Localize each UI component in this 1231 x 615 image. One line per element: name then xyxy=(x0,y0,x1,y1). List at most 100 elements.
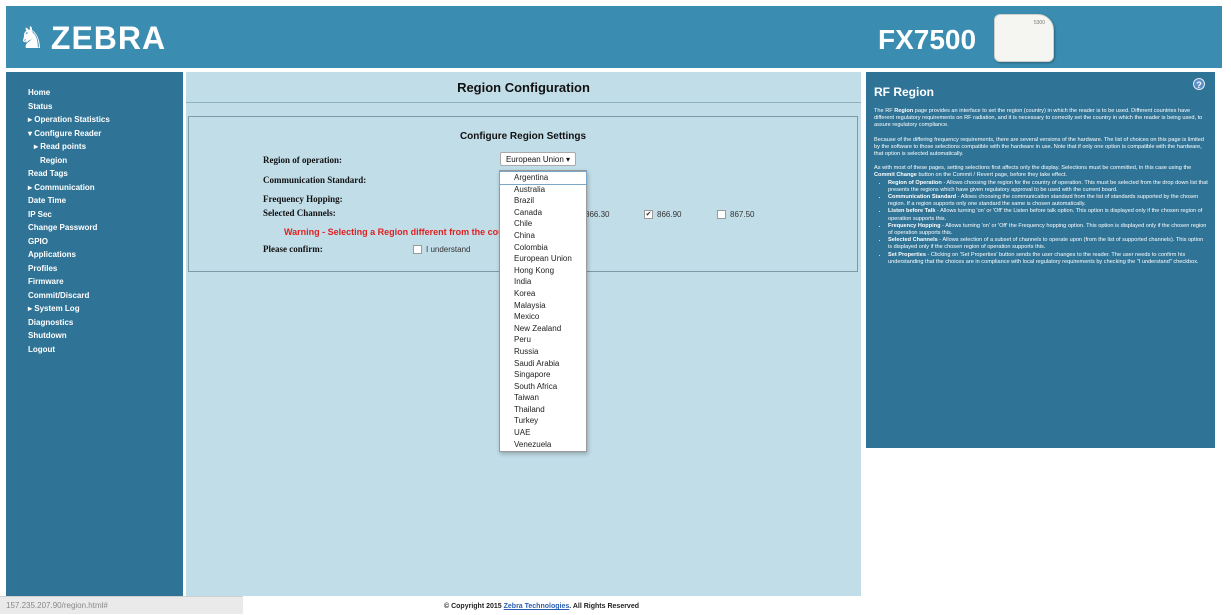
understand-label: I understand xyxy=(426,245,471,254)
zebra-head-icon: ♞ xyxy=(18,21,45,56)
sidebar-item[interactable]: Profiles xyxy=(6,262,183,276)
help-text: button on the Commit / Revert page, befo… xyxy=(916,172,1067,179)
help-bullet: Communication Standard - Allows choosing… xyxy=(888,194,1208,208)
confirm-label: Please confirm: xyxy=(263,244,323,254)
understand-checkbox[interactable]: I understand xyxy=(413,245,470,254)
sidebar-item[interactable]: Status xyxy=(6,100,183,114)
region-option[interactable]: UAE xyxy=(500,427,586,439)
channel-866-30[interactable]: 866.30 xyxy=(585,210,609,219)
region-option[interactable]: Chile xyxy=(500,218,586,230)
help-bullet-term: Frequency Hopping xyxy=(888,222,941,229)
region-option[interactable]: Brazil xyxy=(500,195,586,207)
logo-text: ZEBRA xyxy=(50,20,167,56)
nav-list: Home Status ▸ Operation Statistics ▾ Config… xyxy=(6,72,183,356)
region-option[interactable]: Taiwan xyxy=(500,392,586,404)
help-bullet-term: Selected Channels xyxy=(888,237,938,244)
zebra-logo[interactable]: ♞ ZEBRA xyxy=(18,20,166,57)
region-option[interactable]: Singapore xyxy=(500,369,586,381)
help-title: RF Region xyxy=(874,85,934,99)
region-option[interactable]: India xyxy=(500,276,586,288)
region-option[interactable]: Saudi Arabia xyxy=(500,358,586,370)
help-bullet-term: Communication Standard xyxy=(888,194,957,201)
help-bullet-text: - Clicking on 'Set Properties' button se… xyxy=(888,251,1199,265)
region-option[interactable]: New Zealand xyxy=(500,323,586,335)
region-option[interactable]: Hong Kong xyxy=(500,265,586,277)
region-option[interactable]: Korea xyxy=(500,288,586,300)
standard-label: Communication Standard: xyxy=(263,175,367,185)
sidebar-item[interactable]: Date Time xyxy=(6,194,183,208)
sidebar-item[interactable]: Change Password xyxy=(6,221,183,235)
hopping-label: Frequency Hopping: xyxy=(263,194,343,204)
sidebar-item[interactable]: Home xyxy=(6,86,183,100)
region-option[interactable]: Turkey xyxy=(500,415,586,427)
checkbox-icon[interactable] xyxy=(717,210,726,219)
help-question-icon[interactable]: ? xyxy=(1193,78,1205,90)
region-label: Region of operation: xyxy=(263,155,342,165)
channel-value: 866.30 xyxy=(585,210,610,219)
page-title: Region Configuration xyxy=(457,80,590,95)
browser-status-bar: 157.235.207.90/region.html# xyxy=(0,596,243,614)
sidebar-nav: Home Status ▸ Operation Statistics ▾ Config… xyxy=(6,72,183,596)
help-text: page provides an interface to set the re… xyxy=(874,108,1203,129)
region-option[interactable]: Venezuela xyxy=(500,439,586,451)
region-option[interactable]: Canada xyxy=(500,207,586,219)
region-option[interactable]: Thailand xyxy=(500,404,586,416)
copyright-footer: © Copyright 2015 Zebra Technologies. All… xyxy=(444,603,639,610)
channel-867-50[interactable]: 867.50 xyxy=(717,210,754,219)
panel-title: Configure Region Settings xyxy=(459,131,587,142)
sidebar-item[interactable]: Commit/Discard xyxy=(6,289,183,303)
sidebar-item[interactable]: ▾ Configure Reader xyxy=(6,127,183,141)
channels-label: Selected Channels: xyxy=(263,208,336,218)
channel-866-90[interactable]: ✔ 866.90 xyxy=(644,210,681,219)
region-option[interactable]: European Union xyxy=(500,253,586,265)
checkbox-checked-icon[interactable]: ✔ xyxy=(644,210,653,219)
region-option[interactable]: Russia xyxy=(500,346,586,358)
sidebar-item[interactable]: ▸ Read points xyxy=(6,140,183,154)
region-dropdown-list: Argentina Australia Brazil Canada Chile China… xyxy=(499,170,587,453)
help-bullet: Listen before Talk - Allows turning 'on'… xyxy=(888,208,1208,222)
help-bullet-term: Set Properties xyxy=(888,251,926,258)
help-bullet-list: Region of Operation - Allows choosing th… xyxy=(874,180,1208,266)
sidebar-item[interactable]: IP Sec xyxy=(6,208,183,222)
help-paragraph-2: Because of the differing frequency requi… xyxy=(874,136,1205,158)
region-option[interactable]: Colombia xyxy=(500,242,586,254)
help-term: Region xyxy=(894,108,914,114)
help-bullet: Set Properties - Clicking on 'Set Proper… xyxy=(888,252,1208,266)
sidebar-item[interactable]: Read Tags xyxy=(6,167,183,181)
help-bullet-text: - Allows turning 'on' or 'Off' the Liste… xyxy=(888,208,1203,222)
zebra-link[interactable]: Zebra Technologies xyxy=(504,603,570,610)
sidebar-item[interactable]: ▸ Communication xyxy=(6,181,183,195)
help-bullet: Region of Operation - Allows choosing th… xyxy=(888,180,1208,194)
sidebar-item[interactable]: Shutdown xyxy=(6,329,183,343)
sidebar-item[interactable]: GPIO xyxy=(6,235,183,249)
help-body: The RF Region page provides an interface… xyxy=(874,108,1208,266)
sidebar-item[interactable]: Diagnostics xyxy=(6,316,183,330)
help-term: Commit Change xyxy=(874,172,917,179)
sidebar-item[interactable]: ▸ Operation Statistics xyxy=(6,113,183,127)
sidebar-item[interactable]: Logout xyxy=(6,343,183,357)
sidebar-item[interactable]: ▸ System Log xyxy=(6,302,183,316)
sidebar-item[interactable]: Applications xyxy=(6,248,183,262)
region-option[interactable]: Australia xyxy=(500,184,586,196)
region-option[interactable]: Mexico xyxy=(500,311,586,323)
main-content: Region Configuration Configure Region Se… xyxy=(186,72,861,610)
channel-value: 866.90 xyxy=(657,210,682,219)
region-option[interactable]: Argentina xyxy=(499,171,587,185)
copyright-suffix: . All Rights Reserved xyxy=(569,603,639,610)
help-text: The RF xyxy=(874,108,895,114)
checkbox-icon[interactable] xyxy=(413,245,422,254)
header-banner: ♞ ZEBRA FX7500 5300 xyxy=(6,6,1222,68)
help-bullet-term: Listen before Talk xyxy=(888,208,936,215)
help-bullet: Selected Channels - Allows selection of … xyxy=(888,237,1208,251)
help-bullet: Frequency Hopping - Allows turning 'on' … xyxy=(888,223,1208,237)
region-option[interactable]: Peru xyxy=(500,334,586,346)
help-paragraph-3: As with most of these pages, setting sel… xyxy=(874,165,1208,179)
sidebar-item[interactable]: Region xyxy=(6,154,183,168)
region-option[interactable]: China xyxy=(500,230,586,242)
region-option[interactable]: Malaysia xyxy=(500,300,586,312)
region-option[interactable]: South Africa xyxy=(500,381,586,393)
sidebar-item[interactable]: Firmware xyxy=(6,275,183,289)
help-paragraph-1: The RF Region page provides an interface… xyxy=(874,108,1208,130)
help-panel: RF Region ? The RF Region page provides … xyxy=(866,72,1215,448)
region-select[interactable]: European Union ▾ xyxy=(500,152,576,166)
